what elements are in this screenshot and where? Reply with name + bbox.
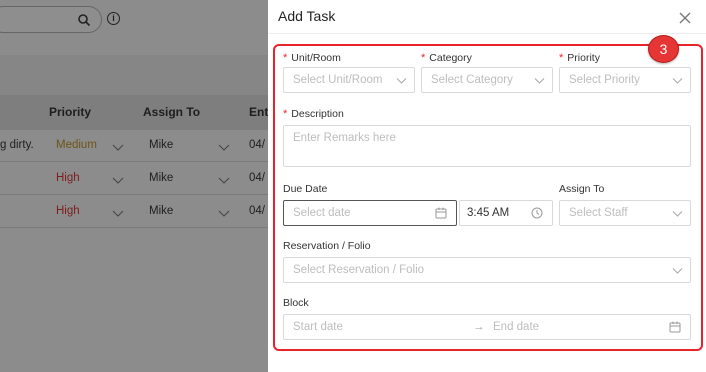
reservation-label: Reservation / Folio: [283, 240, 371, 252]
close-icon[interactable]: [678, 11, 692, 25]
calendar-icon: [435, 207, 447, 219]
reservation-select[interactable]: Select Reservation / Folio: [283, 257, 691, 283]
description-label: * Description: [283, 108, 344, 120]
chevron-down-icon: [396, 78, 407, 84]
row-assignee: Mike: [149, 139, 174, 151]
column-assign-to: Assign To: [143, 105, 201, 119]
category-label-text: Category: [429, 52, 472, 64]
description-label-text: Description: [291, 108, 344, 120]
due-time-picker[interactable]: 3:45 AM: [459, 200, 553, 226]
priority-placeholder: Select Priority: [569, 74, 640, 86]
chevron-down-icon: [534, 78, 545, 84]
search-box[interactable]: [0, 6, 102, 33]
reservation-placeholder: Select Reservation / Folio: [293, 264, 425, 276]
required-mark: *: [559, 52, 564, 64]
due-date-picker[interactable]: Select date: [283, 200, 457, 226]
priority-label-text: Priority: [567, 52, 600, 64]
calendar-icon: [669, 321, 681, 333]
priority-label: * Priority: [559, 52, 600, 64]
chevron-down-icon[interactable]: [218, 177, 230, 185]
block-end-placeholder: End date: [493, 321, 540, 333]
category-select[interactable]: Select Category: [421, 67, 553, 93]
row-priority: High: [56, 172, 80, 184]
column-entry: Ent: [249, 105, 269, 119]
assign-staff-select[interactable]: Select Staff: [559, 200, 691, 226]
category-label: * Category: [421, 52, 472, 64]
due-date-label: Due Date: [283, 183, 328, 195]
row-priority: Medium: [56, 139, 97, 151]
row-assignee: Mike: [149, 172, 174, 184]
clock-icon: [531, 207, 543, 219]
due-time-value: 3:45 AM: [467, 207, 510, 219]
unit-room-label: * Unit/Room: [283, 52, 341, 64]
search-icon[interactable]: [77, 13, 91, 27]
chevron-down-icon[interactable]: [112, 144, 124, 152]
block-label: Block: [283, 297, 309, 309]
chevron-down-icon[interactable]: [218, 144, 230, 152]
info-icon[interactable]: i: [107, 12, 120, 25]
row-date: 04/: [249, 205, 265, 217]
required-mark: *: [283, 108, 288, 120]
unit-room-label-text: Unit/Room: [291, 52, 341, 64]
row-date: 04/: [249, 139, 265, 151]
priority-select[interactable]: Select Priority: [559, 67, 691, 93]
chevron-down-icon: [672, 211, 683, 217]
assign-to-label: Assign To: [559, 183, 605, 195]
column-priority: Priority: [49, 105, 92, 119]
step-badge: 3: [648, 35, 679, 63]
assign-staff-placeholder: Select Staff: [569, 207, 628, 219]
description-textarea[interactable]: Enter Remarks here: [283, 125, 691, 167]
unit-room-placeholder: Select Unit/Room: [293, 74, 383, 86]
row-priority: High: [56, 205, 80, 217]
modal-title: Add Task: [278, 8, 336, 24]
unit-room-select[interactable]: Select Unit/Room: [283, 67, 415, 93]
required-mark: *: [421, 52, 426, 64]
chevron-down-icon: [672, 78, 683, 84]
due-date-placeholder: Select date: [293, 207, 351, 219]
table-header: [0, 95, 268, 130]
block-start-placeholder: Start date: [293, 321, 343, 333]
row-description: g dirty.: [0, 139, 34, 151]
chevron-down-icon[interactable]: [218, 210, 230, 218]
description-placeholder: Enter Remarks here: [293, 132, 396, 144]
add-task-drawer: Add Task 3 * Unit/Room * Category * Priorit…: [268, 0, 706, 372]
arrow-right-icon: →: [473, 321, 485, 333]
chevron-down-icon: [672, 268, 683, 274]
toolbar-band: [0, 55, 268, 95]
header-divider: [268, 33, 706, 34]
required-mark: *: [283, 52, 288, 64]
chevron-down-icon[interactable]: [112, 177, 124, 185]
row-date: 04/: [249, 172, 265, 184]
row-assignee: Mike: [149, 205, 174, 217]
chevron-down-icon[interactable]: [112, 210, 124, 218]
block-range-picker[interactable]: Start date → End date: [283, 314, 691, 340]
category-placeholder: Select Category: [431, 74, 513, 86]
